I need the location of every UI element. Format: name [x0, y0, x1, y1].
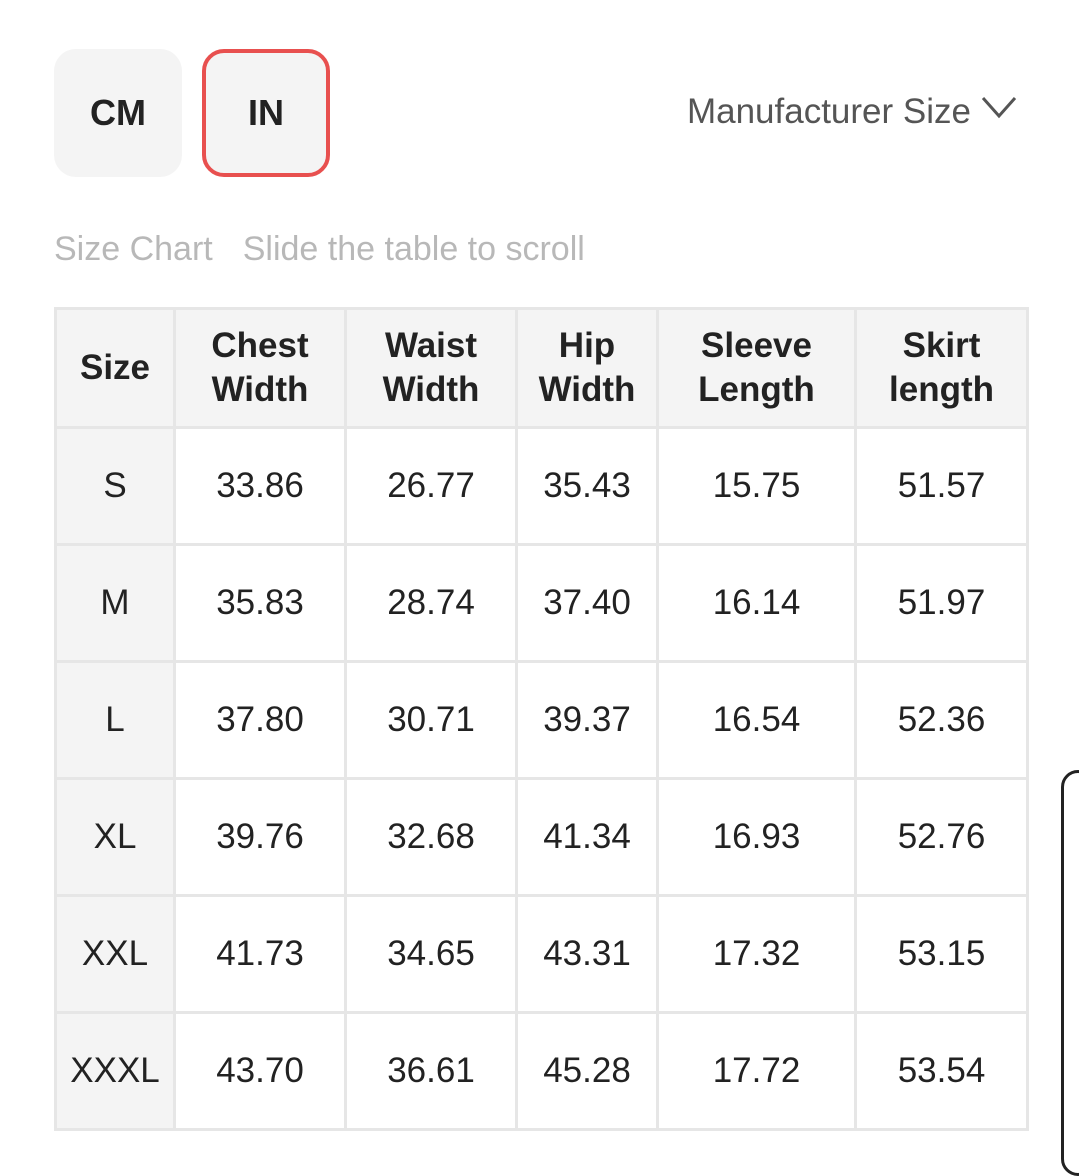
column-header: Sleeve Length	[656, 307, 857, 429]
measurement-cell: 17.32	[656, 894, 857, 1014]
column-header-text: length	[889, 370, 994, 409]
measurement-cell: 30.71	[344, 660, 518, 780]
measurement-cell: 39.37	[515, 660, 659, 780]
manufacturer-size-dropdown[interactable]: Manufacturer Size	[687, 92, 1017, 132]
table-row: S 33.86 26.77 35.43 15.75 51.57	[54, 426, 1029, 546]
measurement-cell: 34.65	[344, 894, 518, 1014]
table-row: XL 39.76 32.68 41.34 16.93 52.76	[54, 777, 1029, 897]
unit-in-button[interactable]: IN	[202, 49, 330, 177]
size-cell: XL	[54, 777, 176, 897]
size-cell: M	[54, 543, 176, 663]
measurement-cell: 39.76	[173, 777, 347, 897]
measurement-cell: 53.54	[854, 1011, 1029, 1131]
measurement-cell: 32.68	[344, 777, 518, 897]
column-header-text: Skirt	[902, 326, 981, 365]
measurement-cell: 43.70	[173, 1011, 347, 1131]
measurement-cell: 51.97	[854, 543, 1029, 663]
size-cell: L	[54, 660, 176, 780]
measurement-cell: 16.54	[656, 660, 857, 780]
size-cell: S	[54, 426, 176, 546]
measurement-cell: 16.14	[656, 543, 857, 663]
table-row: M 35.83 28.74 37.40 16.14 51.97	[54, 543, 1029, 663]
column-header-text: Sleeve	[701, 326, 812, 365]
column-header: Skirt length	[854, 307, 1029, 429]
measurement-cell: 16.93	[656, 777, 857, 897]
column-header-text: Hip	[558, 326, 616, 365]
column-header-text: Size	[79, 348, 151, 387]
scroll-hint-text: Slide the table to scroll	[242, 230, 585, 268]
measurement-cell: 28.74	[344, 543, 518, 663]
measurement-cell: 36.61	[344, 1011, 518, 1131]
table-header-row: Size Chest Width Waist Width Hip Width Sleeve Le…	[54, 307, 1029, 429]
size-cell: XXXL	[54, 1011, 176, 1131]
measurement-cell: 51.57	[854, 426, 1029, 546]
column-header: Size	[54, 307, 176, 429]
column-header-text: Width	[538, 370, 636, 409]
measurement-cell: 17.72	[656, 1011, 857, 1131]
measurement-cell: 45.28	[515, 1011, 659, 1131]
measurement-cell: 52.36	[854, 660, 1029, 780]
measurement-cell: 43.31	[515, 894, 659, 1014]
table-row: L 37.80 30.71 39.37 16.54 52.36	[54, 660, 1029, 780]
table-row: XXL 41.73 34.65 43.31 17.32 53.15	[54, 894, 1029, 1014]
measurement-cell: 41.34	[515, 777, 659, 897]
manufacturer-size-label: Manufacturer Size	[686, 92, 971, 131]
measurement-cell: 37.80	[173, 660, 347, 780]
measurement-cell: 37.40	[515, 543, 659, 663]
column-header-text: Length	[698, 370, 815, 409]
measurement-cell: 35.83	[173, 543, 347, 663]
measurement-cell: 15.75	[656, 426, 857, 546]
measurement-cell: 35.43	[515, 426, 659, 546]
column-header-text: Waist	[384, 326, 478, 365]
measurement-cell: 26.77	[344, 426, 518, 546]
measurement-cell: 52.76	[854, 777, 1029, 897]
size-chart-hint: Size Chart Slide the table to scroll	[54, 230, 585, 269]
measurement-cell: 41.73	[173, 894, 347, 1014]
size-chart-table[interactable]: Size Chest Width Waist Width Hip Width Sleeve Le…	[54, 307, 1029, 1131]
measurement-cell: 33.86	[173, 426, 347, 546]
table-row: XXXL 43.70 36.61 45.28 17.72 53.54	[54, 1011, 1029, 1131]
size-cell: XXL	[54, 894, 176, 1014]
scroll-handle[interactable]	[1061, 770, 1079, 1176]
column-header-text: Width	[382, 370, 480, 409]
column-header-text: Chest	[211, 326, 309, 365]
unit-cm-button[interactable]: CM	[54, 49, 182, 177]
column-header: Hip Width	[515, 307, 659, 429]
column-header-text: Width	[211, 370, 309, 409]
column-header: Chest Width	[173, 307, 347, 429]
chevron-down-icon	[981, 97, 1017, 119]
column-header: Waist Width	[344, 307, 518, 429]
measurement-cell: 53.15	[854, 894, 1029, 1014]
size-chart-title: Size Chart	[54, 230, 213, 268]
